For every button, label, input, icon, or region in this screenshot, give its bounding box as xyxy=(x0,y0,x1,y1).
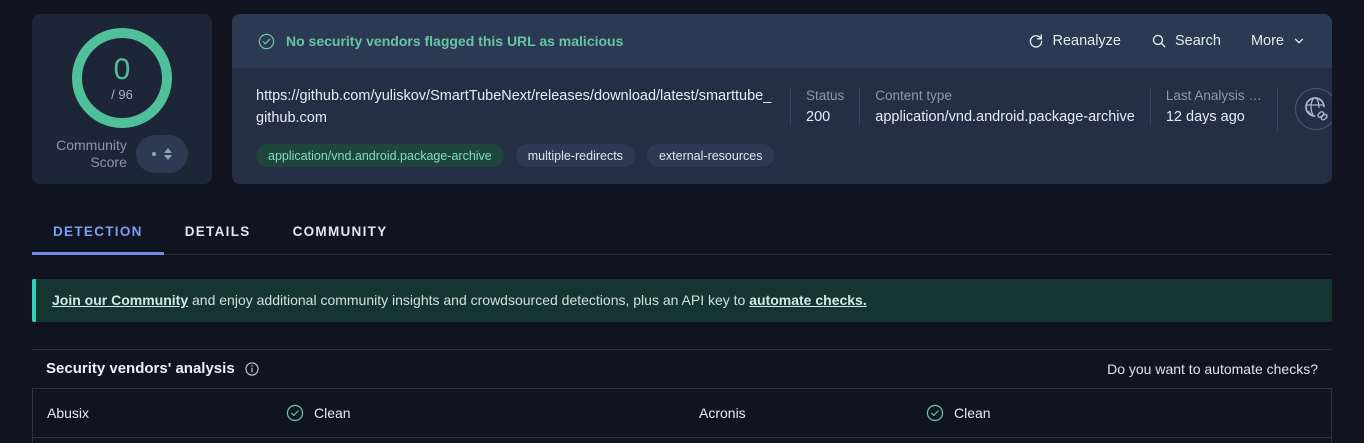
join-community-banner: Join our Community and enjoy additional … xyxy=(32,279,1332,322)
url-summary-card: No security vendors flagged this URL as … xyxy=(232,14,1332,184)
check-circle-icon xyxy=(258,33,275,50)
tags-row: application/vnd.android.package-archive … xyxy=(256,144,1308,167)
url-globe-link-icon xyxy=(1294,87,1332,131)
vote-arrows-icon xyxy=(164,148,172,160)
vendor-name: Abusix xyxy=(47,405,286,421)
detections-total: / 96 xyxy=(111,87,133,102)
content-type-cell: Content type application/vnd.android.pac… xyxy=(859,87,1150,125)
url-block: https://github.com/yuliskov/SmartTubeNex… xyxy=(256,87,790,126)
clean-check-icon xyxy=(926,404,944,422)
last-analysis-cell: Last Analysis … 12 days ago xyxy=(1150,87,1277,125)
vendors-section-header: Security vendors' analysis Do you want t… xyxy=(32,349,1332,388)
reanalyze-button[interactable]: Reanalyze xyxy=(1028,33,1121,49)
tab-community[interactable]: COMMUNITY xyxy=(272,213,409,255)
verdict-banner: No security vendors flagged this URL as … xyxy=(232,14,1332,68)
community-score-label: Community Score xyxy=(56,137,127,171)
vote-down-icon xyxy=(164,155,172,160)
chevron-down-icon xyxy=(1292,34,1306,48)
report-header: 0 / 96 Community Score xyxy=(32,14,1332,184)
info-icon[interactable] xyxy=(244,361,260,377)
status-cell: Status 200 xyxy=(790,87,859,125)
table-row: Abusix Clean Acronis Clea xyxy=(33,389,1331,438)
search-icon xyxy=(1151,33,1167,49)
search-button[interactable]: Search xyxy=(1151,33,1221,49)
tag-multiple-redirects[interactable]: multiple-redirects xyxy=(516,144,635,167)
detection-score-ring: 0 / 96 xyxy=(72,28,172,128)
report-tabs: DETECTION DETAILS COMMUNITY xyxy=(32,213,1332,255)
join-community-link[interactable]: Join our Community xyxy=(52,292,188,308)
toolbar: Reanalyze Search More xyxy=(1028,33,1306,49)
reanalyze-icon xyxy=(1028,33,1044,49)
vote-up-icon xyxy=(164,148,172,153)
table-row-partial xyxy=(33,438,1331,443)
vote-dot-icon xyxy=(152,152,156,156)
virustotal-url-report: 0 / 96 Community Score xyxy=(0,0,1364,443)
status-code: 200 xyxy=(806,109,844,125)
item-type-cell xyxy=(1277,87,1332,131)
automate-checks-prompt[interactable]: Do you want to automate checks? xyxy=(1107,361,1318,377)
tag-content-type[interactable]: application/vnd.android.package-archive xyxy=(256,144,504,167)
community-banner-text: and enjoy additional community insights … xyxy=(188,292,749,308)
last-analysis-value: 12 days ago xyxy=(1166,109,1262,125)
community-score-card: 0 / 96 Community Score xyxy=(32,14,212,184)
tab-detection[interactable]: DETECTION xyxy=(32,213,164,255)
analyzed-url: https://github.com/yuliskov/SmartTubeNex… xyxy=(256,87,772,105)
vendor-name: Acronis xyxy=(683,405,926,421)
clean-check-icon xyxy=(286,404,304,422)
community-vote-widget[interactable] xyxy=(136,135,188,173)
verdict-message: No security vendors flagged this URL as … xyxy=(286,33,623,49)
vendor-result: Clean xyxy=(286,404,683,422)
automate-checks-link[interactable]: automate checks. xyxy=(749,292,867,308)
url-domain: github.com xyxy=(256,110,772,126)
detections-count: 0 xyxy=(114,55,131,85)
tag-external-resources[interactable]: external-resources xyxy=(647,144,775,167)
more-button[interactable]: More xyxy=(1251,33,1306,49)
content-type-value: application/vnd.android.package-archive xyxy=(875,109,1135,125)
url-details: https://github.com/yuliskov/SmartTubeNex… xyxy=(232,68,1332,184)
vendors-table: Abusix Clean Acronis Clea xyxy=(32,388,1332,443)
vendor-result: Clean xyxy=(926,404,1317,422)
tab-details[interactable]: DETAILS xyxy=(164,213,272,255)
section-title: Security vendors' analysis xyxy=(46,360,235,377)
